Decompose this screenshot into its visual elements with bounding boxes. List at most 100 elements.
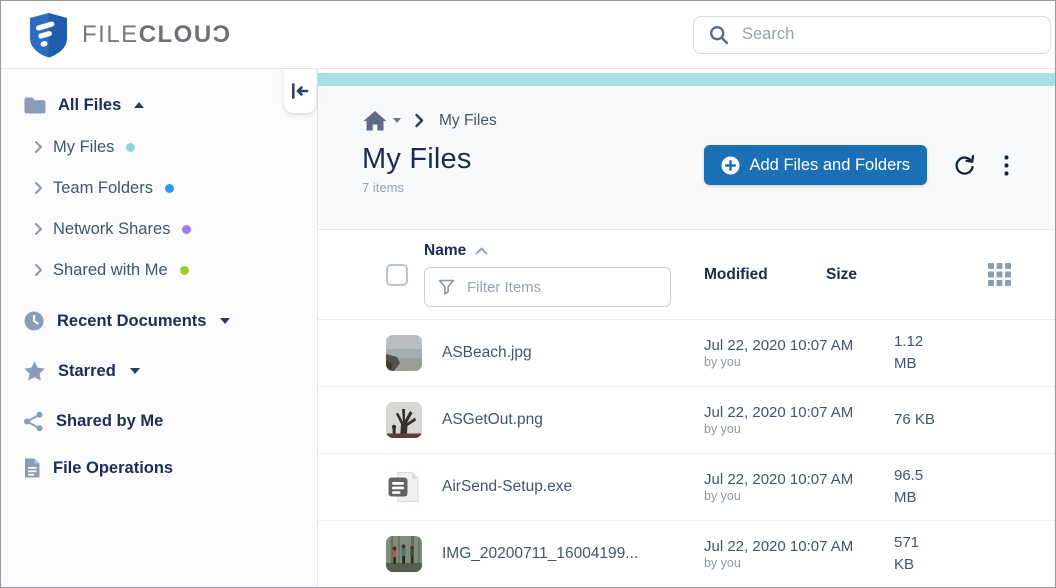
sidebar-nav: All Files My Files Team Folders bbox=[1, 69, 317, 483]
sort-ascending-icon[interactable] bbox=[475, 247, 488, 255]
breadcrumb-caret-icon[interactable] bbox=[393, 118, 401, 123]
filecloud-shield-icon bbox=[28, 12, 69, 58]
plus-circle-icon bbox=[721, 156, 740, 175]
filecloud-wordmark: FILECLOUƆ bbox=[82, 21, 232, 49]
refresh-icon bbox=[953, 154, 976, 177]
table-row[interactable]: AirSend-Setup.exe Jul 22, 2020 10:07 AM … bbox=[318, 454, 1055, 521]
main-content: My Files My Files 7 items bbox=[318, 69, 1055, 588]
collapse-arrow-icon bbox=[291, 83, 309, 99]
file-modified: Jul 22, 2020 10:07 AM by you bbox=[704, 471, 894, 503]
caret-down-icon bbox=[220, 318, 230, 324]
grid-view-button[interactable] bbox=[988, 263, 1011, 286]
chevron-right-icon bbox=[34, 140, 43, 154]
modified-date: Jul 22, 2020 10:07 AM bbox=[704, 471, 894, 488]
filter-items-box[interactable] bbox=[424, 267, 671, 307]
kebab-menu-icon bbox=[1004, 155, 1009, 176]
sidebar-item-starred[interactable]: Starred bbox=[23, 356, 317, 386]
file-name[interactable]: IMG_20200711_16004199... bbox=[424, 545, 704, 563]
file-list: ASBeach.jpg Jul 22, 2020 10:07 AM by you… bbox=[318, 320, 1055, 588]
sidebar-item-file-operations[interactable]: File Operations bbox=[23, 453, 317, 483]
breadcrumb-separator-icon bbox=[414, 113, 424, 128]
filecloud-window: FILECLOUƆ bbox=[0, 0, 1056, 588]
column-header-size[interactable]: Size bbox=[826, 266, 857, 283]
file-size: 96.5 MB bbox=[894, 465, 978, 510]
sidebar-item-label: All Files bbox=[58, 96, 121, 115]
sidebar-item-shared-by-me[interactable]: Shared by Me bbox=[23, 406, 317, 436]
file-icon bbox=[23, 457, 41, 479]
sidebar-item-label: Starred bbox=[58, 362, 116, 381]
status-dot bbox=[180, 266, 189, 275]
folder-icon bbox=[23, 96, 47, 115]
filecloud-logo: FILECLOUƆ bbox=[28, 12, 232, 58]
filter-items-input[interactable] bbox=[467, 279, 670, 296]
sidebar-item-recent-documents[interactable]: Recent Documents bbox=[23, 306, 317, 336]
clock-icon bbox=[23, 310, 45, 332]
column-header-name[interactable]: Name bbox=[424, 242, 466, 260]
sidebar-item-my-files[interactable]: My Files bbox=[23, 132, 317, 162]
file-size: 76 KB bbox=[894, 409, 978, 432]
add-files-button-label: Add Files and Folders bbox=[750, 156, 911, 175]
star-icon bbox=[23, 360, 46, 382]
sidebar-item-label: Network Shares bbox=[53, 220, 170, 239]
sidebar-item-network-shares[interactable]: Network Shares bbox=[23, 214, 317, 244]
modified-by: by you bbox=[704, 422, 894, 436]
chevron-right-icon bbox=[34, 222, 43, 236]
status-dot bbox=[165, 184, 174, 193]
modified-date: Jul 22, 2020 10:07 AM bbox=[704, 337, 894, 354]
file-thumbnail bbox=[386, 536, 422, 572]
modified-date: Jul 22, 2020 10:07 AM bbox=[704, 538, 894, 555]
table-row[interactable]: ASGetOut.png Jul 22, 2020 10:07 AM by yo… bbox=[318, 387, 1055, 454]
search-icon bbox=[709, 25, 729, 45]
file-modified: Jul 22, 2020 10:07 AM by you bbox=[704, 404, 894, 436]
sidebar-item-team-folders[interactable]: Team Folders bbox=[23, 173, 317, 203]
modified-by: by you bbox=[704, 355, 894, 369]
file-modified: Jul 22, 2020 10:07 AM by you bbox=[704, 538, 894, 570]
table-row[interactable]: IMG_20200711_16004199... Jul 22, 2020 10… bbox=[318, 521, 1055, 588]
accent-bar bbox=[318, 73, 1055, 86]
item-count: 7 items bbox=[362, 180, 472, 195]
file-name[interactable]: AirSend-Setup.exe bbox=[424, 478, 704, 496]
file-name[interactable]: ASBeach.jpg bbox=[424, 344, 704, 362]
file-table: Name bbox=[318, 230, 1055, 588]
more-options-button[interactable] bbox=[1002, 153, 1011, 178]
chevron-right-icon bbox=[34, 263, 43, 277]
add-files-button[interactable]: Add Files and Folders bbox=[704, 145, 928, 185]
file-name[interactable]: ASGetOut.png bbox=[424, 411, 704, 429]
sidebar-item-label: Shared with Me bbox=[53, 261, 168, 280]
sidebar-item-label: Recent Documents bbox=[57, 312, 206, 331]
grid-view-icon bbox=[988, 263, 1011, 286]
file-modified: Jul 22, 2020 10:07 AM by you bbox=[704, 337, 894, 369]
modified-by: by you bbox=[704, 556, 894, 570]
search-input[interactable] bbox=[742, 25, 1050, 44]
share-icon bbox=[23, 411, 44, 432]
chevron-right-icon bbox=[34, 181, 43, 195]
sidebar-item-all-files[interactable]: All Files bbox=[23, 89, 317, 121]
breadcrumb: My Files bbox=[362, 107, 1011, 134]
global-search[interactable] bbox=[693, 16, 1051, 54]
funnel-icon bbox=[438, 279, 455, 295]
table-header: Name bbox=[318, 230, 1055, 320]
page-title: My Files bbox=[362, 143, 472, 176]
status-dot bbox=[182, 225, 191, 234]
caret-up-icon bbox=[134, 102, 144, 108]
breadcrumb-current[interactable]: My Files bbox=[439, 112, 497, 130]
sidebar-item-label: My Files bbox=[53, 138, 114, 157]
title-row: My Files 7 items A bbox=[362, 143, 1011, 195]
sidebar-item-shared-with-me[interactable]: Shared with Me bbox=[23, 255, 317, 285]
collapse-sidebar-button[interactable] bbox=[284, 69, 316, 113]
page-header: My Files My Files 7 items bbox=[318, 86, 1055, 230]
modified-date: Jul 22, 2020 10:07 AM bbox=[704, 404, 894, 421]
file-thumbnail bbox=[386, 469, 422, 505]
sidebar-item-label: Shared by Me bbox=[56, 412, 163, 431]
app-header: FILECLOUƆ bbox=[1, 1, 1055, 69]
modified-by: by you bbox=[704, 489, 894, 503]
refresh-button[interactable] bbox=[951, 152, 978, 179]
table-row[interactable]: ASBeach.jpg Jul 22, 2020 10:07 AM by you… bbox=[318, 320, 1055, 387]
column-header-modified[interactable]: Modified bbox=[704, 266, 768, 283]
sidebar-item-label: File Operations bbox=[53, 459, 173, 478]
sidebar-item-label: Team Folders bbox=[53, 179, 153, 198]
sidebar: All Files My Files Team Folders bbox=[1, 69, 318, 588]
select-all-checkbox[interactable] bbox=[386, 264, 408, 286]
file-size: 1.12 MB bbox=[894, 331, 978, 376]
home-icon[interactable] bbox=[362, 109, 388, 133]
